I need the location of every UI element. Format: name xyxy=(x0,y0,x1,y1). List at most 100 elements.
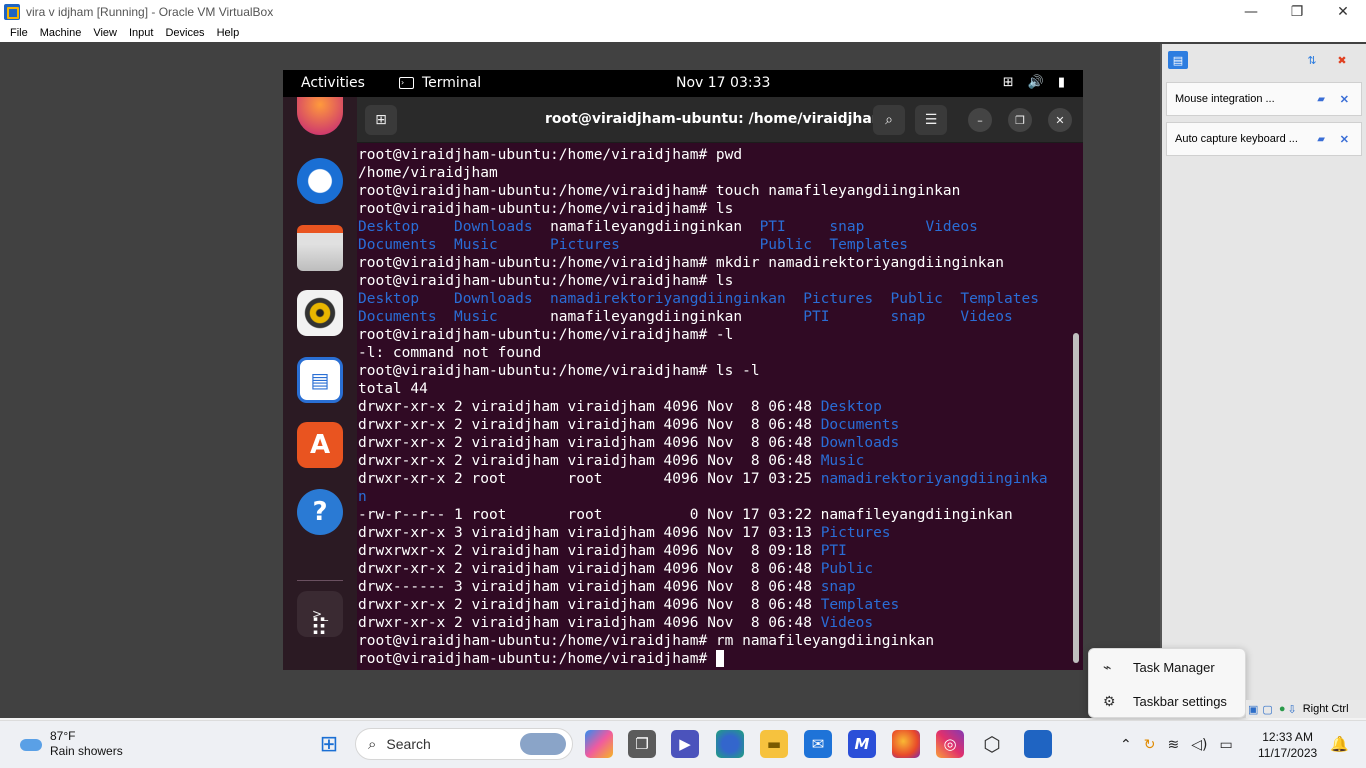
terminal-line: root@viraidjham-ubuntu:/home/viraidjham#… xyxy=(358,255,1005,271)
meet-icon[interactable]: ▶ xyxy=(671,730,699,758)
taskbar-settings-item[interactable]: ⚙ Taskbar settings xyxy=(1089,684,1247,718)
app-menu-terminal[interactable]: › Terminal xyxy=(399,75,481,91)
menu-file[interactable]: File xyxy=(10,27,28,39)
notification-keyboard-capture[interactable]: Auto capture keyboard ... ▰ ✕ xyxy=(1166,122,1362,156)
clock[interactable]: Nov 17 03:33 xyxy=(676,75,770,91)
sync-icon[interactable]: ↻ xyxy=(1144,737,1156,753)
copilot-icon[interactable] xyxy=(585,730,613,758)
clear-all-icon[interactable]: ✖ xyxy=(1332,51,1352,69)
gnome-top-bar: Activities › Terminal Nov 17 03:33 ⊞ 🔊 ▮ xyxy=(283,70,1083,97)
volume-icon: 🔊 xyxy=(1027,75,1044,90)
taskbar-context-menu: ⌁ Task Manager ⚙ Taskbar settings xyxy=(1088,648,1246,718)
weather-desc: Rain showers xyxy=(50,744,123,758)
show-apps-icon[interactable]: ⠿ xyxy=(297,605,343,651)
battery-taskbar-icon[interactable]: ▭ xyxy=(1219,737,1232,753)
menu-view[interactable]: View xyxy=(93,27,117,39)
terminal-line: -rw-r--r-- 1 root root 0 Nov 17 03:22 na… xyxy=(358,507,1013,523)
file-explorer-icon[interactable]: ▬ xyxy=(760,730,788,758)
cube-app-icon[interactable]: ⬡ xyxy=(978,730,1006,758)
task-view-icon[interactable]: ❐ xyxy=(628,730,656,758)
weather-widget[interactable]: 87°F Rain showers xyxy=(18,729,123,759)
menu-input[interactable]: Input xyxy=(129,27,153,39)
firefox-icon[interactable] xyxy=(297,97,343,135)
terminal-line: Desktop Downloads namafileyangdiinginkan… xyxy=(358,219,978,235)
notification-bell-icon[interactable]: 🔔 xyxy=(1330,735,1349,753)
start-icon[interactable]: ⊞ xyxy=(315,730,343,758)
do-not-show-icon[interactable]: ▰ xyxy=(1317,94,1325,105)
dismiss-icon[interactable]: ✕ xyxy=(1340,93,1349,106)
minimize-button[interactable]: — xyxy=(1228,0,1274,23)
close-icon[interactable]: ✕ xyxy=(1048,108,1072,132)
terminal-line: drwxrwxr-x 2 viraidjham viraidjham 4096 … xyxy=(358,543,847,559)
office-icon[interactable]: M xyxy=(848,730,876,758)
window-title: vira v idjham [Running] - Oracle VM Virt… xyxy=(26,4,274,19)
virtualbox-taskbar-icon[interactable] xyxy=(1024,730,1052,758)
search-icon[interactable]: ⌕ xyxy=(873,105,905,135)
terminal-line: root@viraidjham-ubuntu:/home/viraidjham#… xyxy=(358,327,734,343)
firefox-taskbar-icon[interactable] xyxy=(892,730,920,758)
terminal-line: drwxr-xr-x 2 viraidjham viraidjham 4096 … xyxy=(358,615,874,631)
menu-machine[interactable]: Machine xyxy=(40,27,82,39)
edge-icon[interactable] xyxy=(716,730,744,758)
new-tab-icon[interactable]: ⊞ xyxy=(365,105,397,135)
system-tray: ⌃ ↻ ≋ ◁) ▭ xyxy=(1114,721,1239,768)
do-not-show-icon[interactable]: ▰ xyxy=(1317,134,1325,145)
files-icon[interactable] xyxy=(297,225,343,271)
hamburger-menu-icon[interactable]: ☰ xyxy=(915,105,947,135)
task-manager-item[interactable]: ⌁ Task Manager xyxy=(1089,650,1247,684)
app-center-icon[interactable]: A xyxy=(297,422,343,468)
search-box[interactable]: ⌕ Search xyxy=(355,728,573,760)
recording-icon[interactable]: ● xyxy=(1279,703,1286,715)
mail-icon[interactable]: ✉ xyxy=(804,730,832,758)
network-icon: ⊞ xyxy=(1002,75,1014,90)
terminal-line: drwx------ 3 viraidjham viraidjham 4096 … xyxy=(358,579,856,595)
volume-taskbar-icon[interactable]: ◁) xyxy=(1191,737,1207,753)
sort-icon[interactable]: ⇅ xyxy=(1302,51,1322,69)
task-manager-icon: ⌁ xyxy=(1103,658,1112,675)
maximize-button[interactable]: ❐ xyxy=(1274,0,1320,23)
search-label: Search xyxy=(386,736,431,752)
menu-help[interactable]: Help xyxy=(217,27,240,39)
terminal-line: drwxr-xr-x 2 viraidjham viraidjham 4096 … xyxy=(358,399,882,415)
dismiss-icon[interactable]: ✕ xyxy=(1340,133,1349,146)
terminal-line: drwxr-xr-x 2 viraidjham viraidjham 4096 … xyxy=(358,435,900,451)
app-menu-label: Terminal xyxy=(422,75,482,91)
rhythmbox-icon[interactable] xyxy=(297,290,343,336)
terminal-headerbar: ⊞ root@viraidjham-ubuntu: /home/viraidjh… xyxy=(357,97,1083,143)
datetime[interactable]: 12:33 AM 11/17/2023 xyxy=(1258,729,1317,761)
terminal-line: root@viraidjham-ubuntu:/home/viraidjham#… xyxy=(358,183,961,199)
shared-folder-icon[interactable]: ▣ xyxy=(1248,703,1258,716)
minimize-icon[interactable]: – xyxy=(968,108,992,132)
help-icon[interactable]: ? xyxy=(297,489,343,535)
wifi-icon[interactable]: ≋ xyxy=(1167,737,1179,753)
notification-center-icon[interactable]: ▤ xyxy=(1168,51,1188,69)
menu-devices[interactable]: Devices xyxy=(165,27,204,39)
thunderbird-icon[interactable] xyxy=(297,158,343,204)
close-button[interactable]: ✕ xyxy=(1320,0,1366,23)
mouse-icon[interactable]: ⇩ xyxy=(1287,703,1296,716)
activities-button[interactable]: Activities xyxy=(301,75,365,91)
notification-text: Auto capture keyboard ... xyxy=(1175,133,1298,145)
search-highlight-image xyxy=(520,733,566,755)
maximize-icon[interactable]: ❐ xyxy=(1008,108,1032,132)
terminal-window[interactable]: ⊞ root@viraidjham-ubuntu: /home/viraidjh… xyxy=(357,97,1083,670)
terminal-app-icon: › xyxy=(399,77,414,89)
terminal-scrollbar[interactable] xyxy=(1073,333,1079,663)
capture-icon[interactable]: ▢ xyxy=(1262,703,1272,716)
libreoffice-writer-icon[interactable]: ▤ xyxy=(297,357,343,403)
terminal-line: n xyxy=(358,489,367,505)
weather-text: 87°F Rain showers xyxy=(50,729,123,759)
rain-cloud-icon xyxy=(18,733,44,755)
terminal-output[interactable]: root@viraidjham-ubuntu:/home/viraidjham#… xyxy=(358,146,1073,668)
menu-bar: File Machine View Input Devices Help xyxy=(0,23,1366,42)
notification-text: Mouse integration ... xyxy=(1175,93,1275,105)
terminal-line: -l: command not found xyxy=(358,345,542,361)
system-menu[interactable]: ⊞ 🔊 ▮ xyxy=(1003,75,1065,90)
instagram-icon[interactable]: ◎ xyxy=(936,730,964,758)
terminal-line: root@viraidjham-ubuntu:/home/viraidjham#… xyxy=(358,273,734,289)
date: 11/17/2023 xyxy=(1258,746,1318,760)
notification-mouse-integration[interactable]: Mouse integration ... ▰ ✕ xyxy=(1166,82,1362,116)
window-titlebar: vira v idjham [Running] - Oracle VM Virt… xyxy=(0,0,1366,23)
terminal-title: root@viraidjham-ubuntu: /home/viraidjham xyxy=(545,111,887,127)
chevron-up-icon[interactable]: ⌃ xyxy=(1120,737,1132,753)
